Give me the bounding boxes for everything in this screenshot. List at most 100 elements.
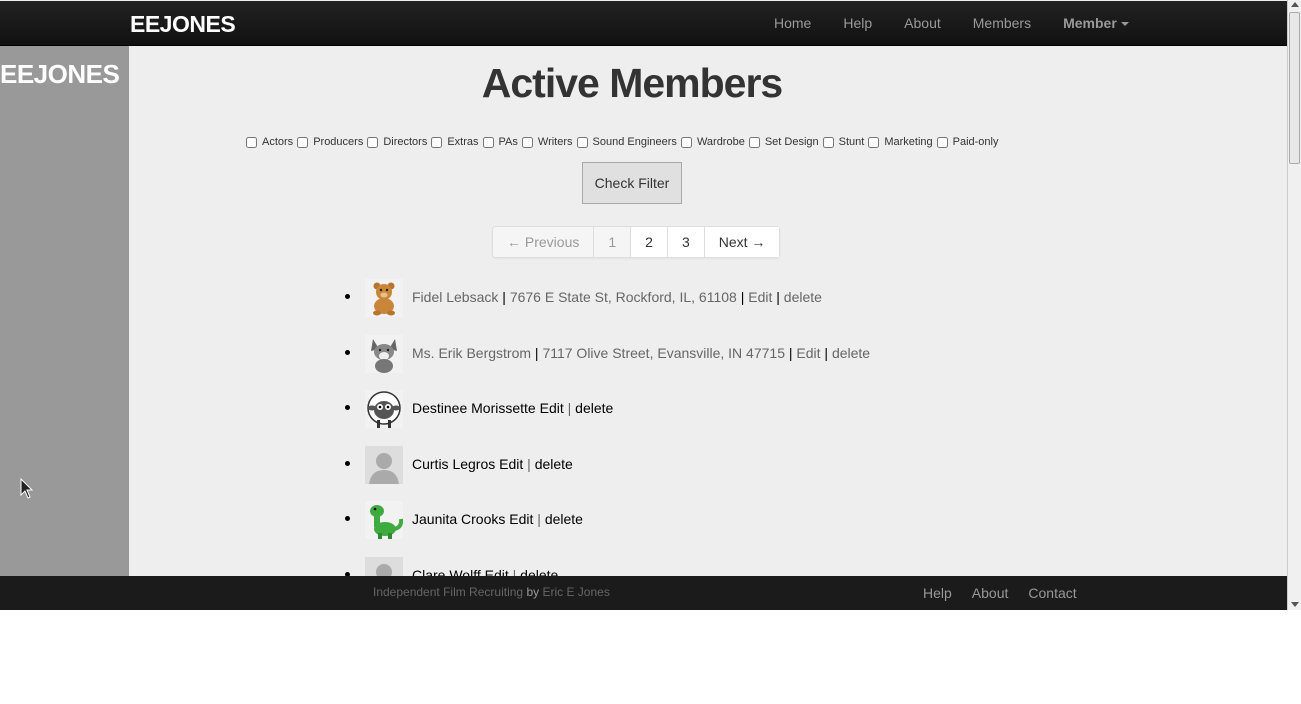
scroll-up-arrow-icon[interactable] bbox=[1291, 2, 1299, 7]
filter-label: Stunt bbox=[838, 136, 865, 148]
filter-actors[interactable]: Actors bbox=[246, 136, 293, 148]
bullet-icon bbox=[345, 516, 350, 521]
top-navbar: EEJONES Home Help About Members Member bbox=[0, 1, 1287, 46]
member-name-link[interactable]: Jaunita Crooks bbox=[412, 511, 505, 527]
member-entry: Destinee Morissette Edit | delete bbox=[412, 400, 613, 416]
separator: | bbox=[772, 289, 784, 305]
filter-label: Marketing bbox=[884, 136, 933, 148]
separator: | bbox=[531, 344, 543, 361]
footer-help[interactable]: Help bbox=[913, 576, 962, 610]
filter-wardrobe-checkbox[interactable] bbox=[680, 136, 692, 148]
pagination-page-3[interactable]: 3 bbox=[666, 227, 704, 257]
nav-home[interactable]: Home bbox=[758, 1, 827, 46]
delete-link[interactable]: delete bbox=[832, 345, 870, 361]
pagination-page-1[interactable]: 1 bbox=[593, 227, 631, 257]
filter-writers-checkbox[interactable] bbox=[521, 136, 533, 148]
filter-paid-only[interactable]: Paid-only bbox=[936, 136, 998, 148]
delete-link[interactable]: delete bbox=[545, 511, 583, 527]
filter-actors-checkbox[interactable] bbox=[246, 136, 257, 148]
filter-extras-checkbox[interactable] bbox=[431, 136, 443, 148]
edit-link[interactable]: Edit bbox=[540, 400, 564, 416]
footer-contact[interactable]: Contact bbox=[1018, 576, 1086, 610]
member-name-link[interactable]: Curtis Legros bbox=[412, 456, 495, 472]
filter-label: Wardrobe bbox=[696, 136, 745, 148]
footer-author-link[interactable]: Eric E Jones bbox=[542, 585, 609, 599]
main-content: Active Members Actors Producers Director… bbox=[129, 46, 1287, 576]
filter-paid-only-checkbox[interactable] bbox=[936, 136, 948, 148]
filter-label: Extras bbox=[447, 136, 479, 148]
filter-label: Writers bbox=[537, 136, 573, 148]
filter-sound-engineers[interactable]: Sound Engineers bbox=[576, 136, 677, 148]
filter-pas[interactable]: PAs bbox=[482, 136, 518, 148]
nav-help[interactable]: Help bbox=[827, 1, 888, 46]
filter-directors-checkbox[interactable] bbox=[367, 136, 379, 148]
member-name-link[interactable]: Clare Wolff bbox=[412, 567, 481, 577]
delete-link[interactable]: delete bbox=[575, 400, 613, 416]
pagination-next[interactable]: Next → bbox=[703, 227, 780, 257]
pagination-page-2[interactable]: 2 bbox=[630, 227, 667, 257]
navbar-links: Home Help About Members Member bbox=[758, 1, 1145, 46]
filter-marketing[interactable]: Marketing bbox=[868, 136, 933, 148]
filter-set-design[interactable]: Set Design bbox=[748, 136, 819, 148]
default-avatar-icon[interactable] bbox=[365, 556, 403, 576]
edit-link[interactable]: Edit bbox=[509, 511, 533, 527]
sheep-icon[interactable] bbox=[365, 390, 403, 428]
member-name-link[interactable]: Destinee Morissette bbox=[412, 400, 536, 416]
default-avatar-icon[interactable] bbox=[365, 445, 403, 484]
edit-link[interactable]: Edit bbox=[485, 567, 509, 577]
nav-members[interactable]: Members bbox=[957, 1, 1047, 46]
caret-down-icon bbox=[1120, 22, 1129, 27]
bullet-icon bbox=[345, 294, 350, 299]
edit-link[interactable]: Edit bbox=[499, 456, 523, 472]
nav-member-dropdown[interactable]: Member bbox=[1047, 1, 1145, 46]
nav-about[interactable]: About bbox=[888, 1, 957, 46]
filter-label: Sound Engineers bbox=[592, 136, 677, 148]
footer-credit: Independent Film Recruiting by Eric E Jo… bbox=[373, 585, 610, 599]
filter-producers[interactable]: Producers bbox=[297, 136, 363, 148]
role-filters: Actors Producers Directors Extras PAs Wr… bbox=[246, 136, 1002, 148]
filter-writers[interactable]: Writers bbox=[521, 136, 573, 148]
wolf-icon[interactable] bbox=[365, 334, 403, 373]
footer-links: Help About Contact bbox=[913, 576, 1087, 610]
dinosaur-icon[interactable] bbox=[365, 501, 403, 539]
filter-extras[interactable]: Extras bbox=[431, 136, 479, 148]
filter-wardrobe[interactable]: Wardrobe bbox=[680, 136, 745, 148]
member-entry: Fidel Lebsack | 7676 E State St, Rockfor… bbox=[412, 289, 822, 305]
filter-stunt[interactable]: Stunt bbox=[822, 136, 865, 148]
page-title: Active Members bbox=[481, 60, 783, 106]
delete-link[interactable]: delete bbox=[520, 567, 558, 577]
bullet-icon bbox=[345, 405, 350, 410]
separator: | bbox=[563, 400, 576, 416]
filter-pas-checkbox[interactable] bbox=[482, 136, 494, 148]
member-entry: Clare Wolff Edit | delete bbox=[412, 567, 558, 577]
delete-link[interactable]: delete bbox=[535, 456, 573, 472]
member-address: 7117 Olive Street, Evansville, IN 47715 bbox=[542, 344, 785, 361]
member-name-link[interactable]: Ms. Erik Bergstrom bbox=[412, 345, 531, 361]
footer-credit-link[interactable]: Independent Film Recruiting bbox=[373, 585, 523, 599]
delete-link[interactable]: delete bbox=[784, 289, 822, 305]
footer-about[interactable]: About bbox=[962, 576, 1019, 610]
filter-producers-checkbox[interactable] bbox=[297, 136, 309, 148]
filter-sound-engineers-checkbox[interactable] bbox=[576, 136, 588, 148]
separator: | bbox=[498, 289, 510, 305]
footer-by: by bbox=[526, 585, 540, 599]
navbar-brand[interactable]: EEJONES bbox=[130, 11, 236, 38]
filter-stunt-checkbox[interactable] bbox=[822, 136, 834, 148]
member-address: 7676 E State St, Rockford, IL, 61108 bbox=[509, 289, 737, 305]
scroll-down-arrow-icon[interactable] bbox=[1291, 602, 1299, 607]
filter-set-design-checkbox[interactable] bbox=[748, 136, 760, 148]
bear-icon[interactable] bbox=[365, 279, 403, 317]
vertical-scrollbar[interactable] bbox=[1287, 0, 1301, 610]
scrollbar-thumb[interactable] bbox=[1289, 12, 1300, 164]
edit-link[interactable]: Edit bbox=[748, 289, 772, 305]
filter-label: PAs bbox=[498, 136, 518, 148]
member-entry: Ms. Erik Bergstrom | 7117 Olive Street, … bbox=[412, 345, 870, 361]
filter-directors[interactable]: Directors bbox=[367, 136, 427, 148]
member-entry: Jaunita Crooks Edit | delete bbox=[412, 511, 583, 527]
mouse-cursor-icon bbox=[20, 478, 34, 499]
check-filter-button[interactable]: Check Filter bbox=[582, 162, 682, 204]
edit-link[interactable]: Edit bbox=[796, 345, 820, 361]
pagination-previous[interactable]: ← Previous bbox=[493, 227, 594, 257]
member-name-link[interactable]: Fidel Lebsack bbox=[412, 289, 498, 305]
filter-marketing-checkbox[interactable] bbox=[868, 136, 880, 148]
